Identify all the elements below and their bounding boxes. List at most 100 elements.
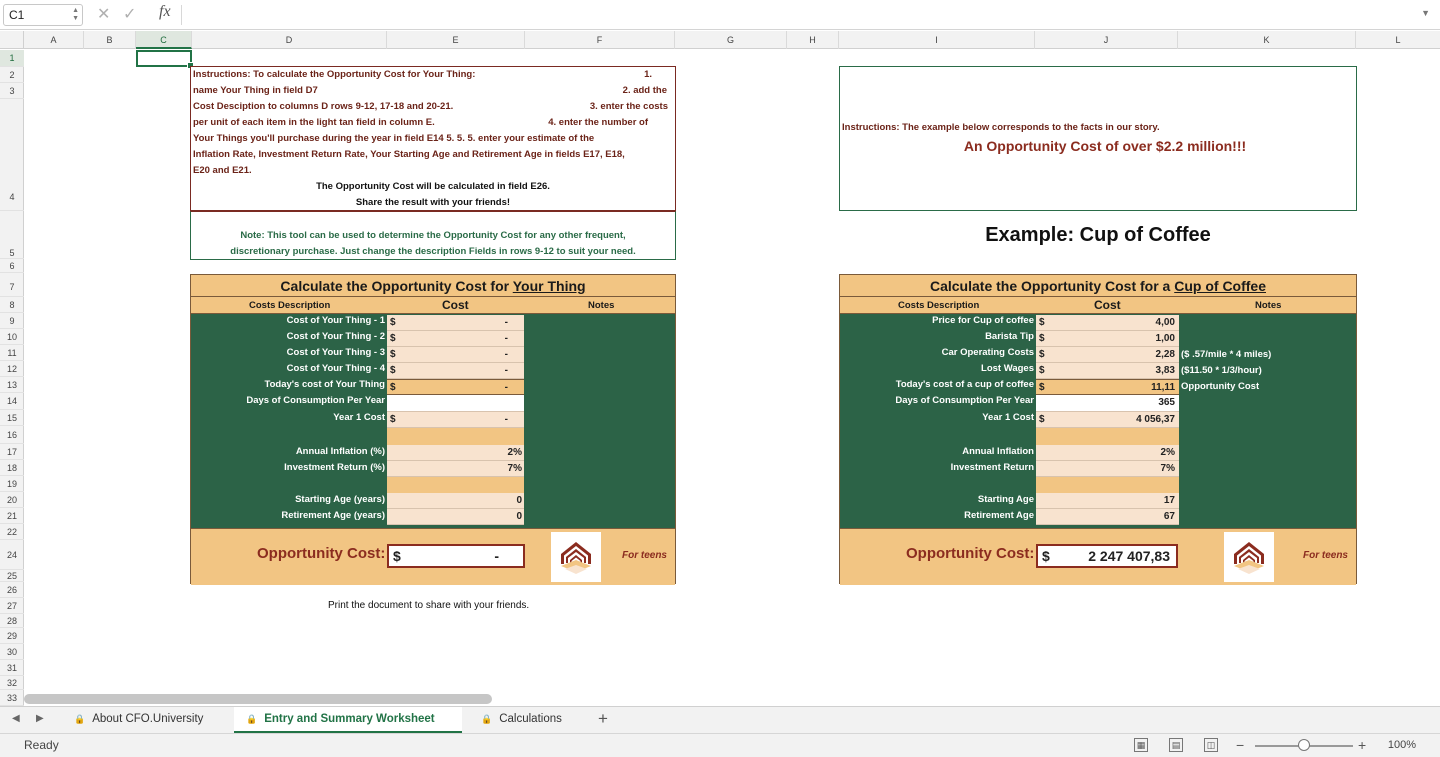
row-header[interactable]: 7 (0, 273, 24, 297)
cost-value: - (504, 333, 508, 344)
instruction-line: Cost Desciption to columns D rows 9-12, … (193, 101, 454, 112)
zoom-out-button[interactable]: − (1236, 737, 1244, 753)
cost-cell: $3,83 (1036, 363, 1179, 379)
cost-value: - (504, 365, 508, 376)
row-header[interactable]: 2 (0, 67, 24, 83)
column-header-h[interactable]: H (787, 31, 839, 49)
row-header[interactable]: 22 (0, 524, 24, 540)
selected-cell-c1[interactable] (136, 50, 194, 69)
row-header[interactable]: 5 (0, 211, 24, 259)
row-header[interactable]: 6 (0, 259, 24, 273)
age-label[interactable]: Retirement Age (years) (281, 510, 385, 521)
days-cell[interactable] (387, 395, 524, 412)
row-header[interactable]: 20 (0, 492, 24, 508)
row-header[interactable]: 24 (0, 540, 24, 570)
column-header-f[interactable]: F (525, 31, 675, 49)
cost-label[interactable]: Cost of Your Thing - 2 (287, 331, 385, 342)
page-layout-view-icon[interactable]: ▤ (1169, 738, 1183, 752)
row-header[interactable]: 11 (0, 345, 24, 361)
instruction-line: Inflation Rate, Investment Return Rate, … (193, 149, 625, 160)
row-header[interactable]: 1 (0, 50, 24, 67)
row-header[interactable]: 19 (0, 476, 24, 492)
row-header[interactable]: 14 (0, 393, 24, 410)
row-header[interactable]: 27 (0, 598, 24, 614)
select-all-corner[interactable] (0, 31, 24, 49)
cost-cell[interactable]: $ - (387, 315, 524, 331)
insert-function-icon[interactable]: fx (159, 3, 171, 21)
days-label: Days of Consumption Per Year (895, 395, 1034, 406)
row-header[interactable]: 3 (0, 83, 24, 99)
tab-about-cfo-university[interactable]: 🔒 About CFO.University (74, 707, 232, 733)
example-title: Example: Cup of Coffee (985, 224, 1211, 246)
column-header-b[interactable]: B (84, 31, 136, 49)
cost-cell[interactable]: $ - (387, 347, 524, 363)
instruction-line: Your Things you'll purchase during the y… (193, 133, 595, 144)
row-header[interactable]: 26 (0, 582, 24, 598)
row-header[interactable]: 8 (0, 297, 24, 313)
row-header[interactable]: 12 (0, 361, 24, 377)
name-box[interactable]: C1 ▲ ▼ (3, 4, 83, 26)
row-header[interactable]: 15 (0, 410, 24, 426)
row-header[interactable]: 18 (0, 460, 24, 476)
column-notes: Notes (588, 300, 615, 311)
name-box-stepper-icon[interactable]: ▲ ▼ (72, 7, 79, 23)
column-header-a[interactable]: A (24, 31, 84, 49)
year1-cell: $4 056,37 (1036, 412, 1179, 428)
row-header[interactable]: 21 (0, 508, 24, 524)
cost-label[interactable]: Cost of Your Thing - 3 (287, 347, 385, 358)
column-notes: Notes (1255, 300, 1282, 311)
age-label[interactable]: Starting Age (years) (295, 494, 385, 505)
rate-label[interactable]: Investment Return (%) (284, 462, 385, 473)
row-header[interactable]: 13 (0, 377, 24, 393)
column-header-g[interactable]: G (675, 31, 787, 49)
column-header-e[interactable]: E (387, 31, 525, 49)
row-header[interactable]: 4 (0, 99, 24, 211)
confirm-icon[interactable]: ✓ (123, 4, 136, 24)
zoom-in-button[interactable]: + (1358, 737, 1366, 753)
tab-entry-and-summary-worksheet[interactable]: 🔒 Entry and Summary Worksheet (234, 707, 462, 733)
row-header[interactable]: 9 (0, 313, 24, 329)
add-sheet-button[interactable]: + (598, 709, 608, 729)
page-break-view-icon[interactable]: ◫ (1204, 738, 1218, 752)
currency-symbol: $ (390, 333, 396, 344)
table-title-subject[interactable]: Your Thing (513, 278, 586, 294)
row-header[interactable]: 32 (0, 676, 24, 690)
rate-label[interactable]: Annual Inflation (%) (296, 446, 385, 457)
currency-symbol: $ (1039, 382, 1045, 393)
column-header-c[interactable]: C (136, 31, 192, 49)
column-header-d[interactable]: D (192, 31, 387, 49)
zoom-slider-knob[interactable] (1298, 739, 1310, 751)
column-header-i[interactable]: I (839, 31, 1035, 49)
cfo-university-logo (1224, 532, 1274, 582)
row-header[interactable]: 25 (0, 570, 24, 582)
cost-cell[interactable]: $ - (387, 363, 524, 379)
row-header[interactable]: 31 (0, 660, 24, 676)
row-header[interactable]: 30 (0, 644, 24, 660)
rate-cell[interactable]: 7% (387, 461, 524, 477)
column-header-j[interactable]: J (1035, 31, 1178, 49)
tab-scroll-right-icon[interactable]: ▶ (36, 713, 44, 724)
cancel-icon[interactable]: ✕ (97, 4, 110, 24)
rate-cell[interactable]: 2% (387, 445, 524, 461)
column-header-k[interactable]: K (1178, 31, 1356, 49)
row-header[interactable]: 29 (0, 628, 24, 644)
row-header[interactable]: 16 (0, 426, 24, 444)
normal-view-icon[interactable]: ▦ (1134, 738, 1148, 752)
row-header[interactable]: 33 (0, 690, 24, 706)
horizontal-scrollbar-thumb[interactable] (24, 694, 492, 704)
age-cell[interactable]: 0 (387, 509, 524, 525)
column-header-l[interactable]: L (1356, 31, 1440, 49)
expand-formula-bar-icon[interactable]: ▼ (1421, 8, 1430, 18)
cost-label[interactable]: Cost of Your Thing - 4 (287, 363, 385, 374)
tab-scroll-left-icon[interactable]: ◀ (12, 713, 20, 724)
tab-calculations[interactable]: 🔒 Calculations (481, 707, 581, 733)
example-coffee-table: Calculate the Opportunity Cost for a Cup… (839, 274, 1357, 585)
cost-label[interactable]: Cost of Your Thing - 1 (287, 315, 385, 326)
row-header[interactable]: 10 (0, 329, 24, 345)
cost-cell[interactable]: $ - (387, 331, 524, 347)
formula-input[interactable] (188, 7, 1408, 23)
row-header[interactable]: 17 (0, 444, 24, 460)
age-cell[interactable]: 0 (387, 493, 524, 509)
zoom-level[interactable]: 100% (1388, 739, 1416, 751)
row-header[interactable]: 28 (0, 614, 24, 628)
